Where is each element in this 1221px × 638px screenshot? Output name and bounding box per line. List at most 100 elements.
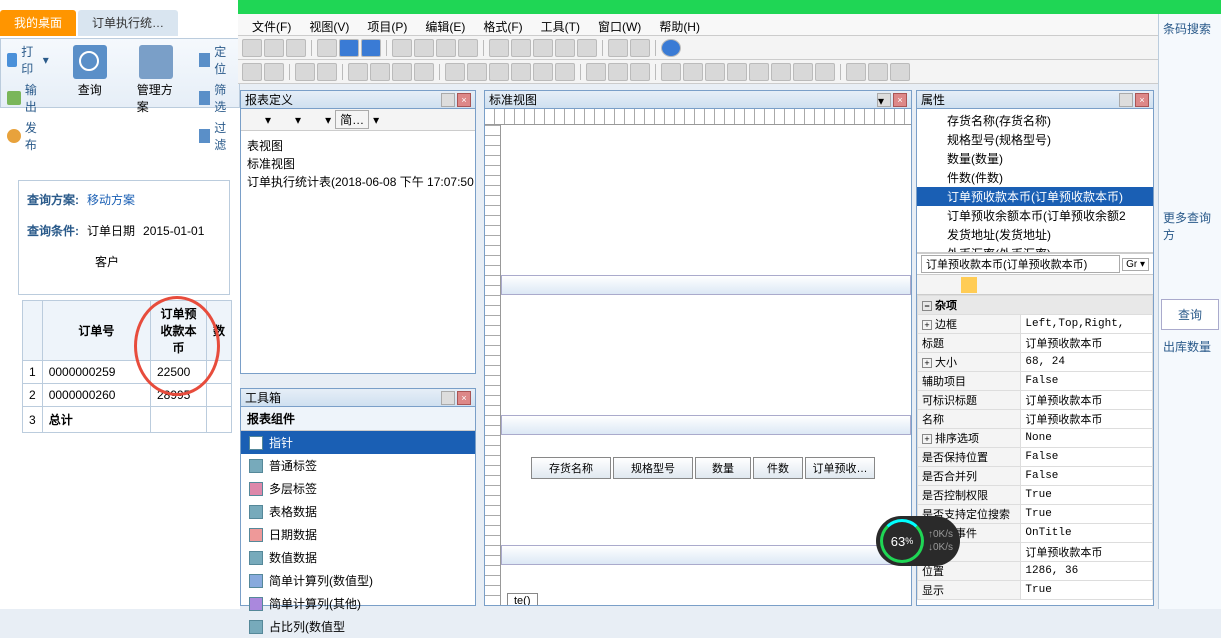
table-row[interactable]: 2000000026028995	[23, 384, 232, 407]
tb-icon[interactable]	[242, 63, 262, 81]
col-qty[interactable]: 数	[206, 301, 231, 361]
locate-button[interactable]: 定位	[199, 43, 233, 77]
tb-icon[interactable]	[511, 39, 531, 57]
close-icon[interactable]: ×	[457, 391, 471, 405]
field-item[interactable]: 规格型号(规格型号)	[917, 130, 1153, 149]
tb-saveall-icon[interactable]	[361, 39, 381, 57]
tb-icon[interactable]	[705, 63, 725, 81]
field-item[interactable]: 订单预收余额本币(订单预收余额2	[917, 206, 1153, 225]
table-row[interactable]: 1000000025922500	[23, 361, 232, 384]
tb-icon[interactable]	[245, 112, 261, 128]
tb-icon[interactable]	[275, 112, 291, 128]
prop-row[interactable]: 是否控制权限True	[918, 486, 1153, 505]
filter-button[interactable]: 筛选	[199, 81, 233, 115]
prop-row[interactable]: +边框Left,Top,Right,	[918, 315, 1153, 334]
tb-icon[interactable]	[467, 63, 487, 81]
tool-mlabel[interactable]: 多层标签	[241, 477, 475, 500]
tb-icon[interactable]	[489, 39, 509, 57]
more-query[interactable]: 更多查询方	[1159, 203, 1221, 249]
property-object-combo[interactable]	[921, 255, 1120, 273]
band-detail[interactable]	[501, 415, 911, 435]
query-big-button[interactable]: 查询	[67, 43, 113, 100]
filter2-button[interactable]: 过滤	[199, 119, 233, 153]
publish-button[interactable]: 发布	[7, 119, 49, 153]
tb-icon[interactable]	[815, 63, 835, 81]
sort-cat-icon[interactable]	[921, 277, 937, 293]
combo-button[interactable]: Gr ▾	[1122, 258, 1149, 271]
tree-item[interactable]: 表视图	[247, 137, 469, 155]
field-item[interactable]: 存货名称(存货名称)	[917, 111, 1153, 130]
tab-desktop[interactable]: 我的桌面	[0, 10, 76, 36]
prop-row[interactable]: 可标识标题订单预收款本币	[918, 391, 1153, 410]
tab-order-exec[interactable]: 订单执行统…	[78, 10, 178, 36]
tb-copy-icon[interactable]	[370, 63, 390, 81]
tb-icon[interactable]	[555, 63, 575, 81]
barcode-search[interactable]: 条码搜索	[1159, 14, 1221, 43]
tb-cut-icon[interactable]	[348, 63, 368, 81]
tb-icon[interactable]	[771, 63, 791, 81]
tb-icon[interactable]	[383, 112, 399, 128]
menu-file[interactable]: 文件(F)	[244, 16, 299, 33]
tb-icon[interactable]	[608, 63, 628, 81]
query-scheme-value[interactable]: 移动方案	[87, 191, 135, 208]
tb-icon[interactable]	[586, 63, 606, 81]
col-header[interactable]: 数量	[695, 457, 751, 479]
field-item[interactable]: 外币汇率(外币汇率)	[917, 244, 1153, 253]
tool-ndata[interactable]: 数值数据	[241, 546, 475, 569]
menu-project[interactable]: 项目(P)	[359, 16, 415, 33]
tb-icon[interactable]	[392, 39, 412, 57]
toolbox-group[interactable]: 报表组件	[241, 407, 475, 431]
pin-icon[interactable]	[1119, 93, 1133, 107]
expand-icon[interactable]: +	[922, 358, 932, 368]
prop-row[interactable]: +大小68, 24	[918, 353, 1153, 372]
prop-row[interactable]: +排序选项None	[918, 429, 1153, 448]
tb-icon[interactable]	[868, 63, 888, 81]
tb-redo-icon[interactable]	[317, 63, 337, 81]
tb-icon[interactable]	[793, 63, 813, 81]
output-button[interactable]: 输出	[7, 81, 49, 115]
tb-icon[interactable]	[683, 63, 703, 81]
tb-icon[interactable]	[630, 63, 650, 81]
tb-paste-icon[interactable]	[392, 63, 412, 81]
tb-icon[interactable]	[533, 63, 553, 81]
sort-az-icon[interactable]	[941, 277, 957, 293]
tb-icon[interactable]	[511, 63, 531, 81]
band-footer[interactable]	[501, 545, 911, 565]
menu-window[interactable]: 窗口(W)	[590, 16, 649, 33]
field-item[interactable]: 数量(数量)	[917, 149, 1153, 168]
scheme-big-button[interactable]: 管理方案	[131, 43, 182, 117]
pin-icon[interactable]	[441, 391, 455, 405]
table-row-total[interactable]: 3总计	[23, 407, 232, 433]
tool-pointer[interactable]: 指针	[241, 431, 475, 454]
tool-tdata[interactable]: 表格数据	[241, 500, 475, 523]
tb-icon[interactable]	[317, 39, 337, 57]
field-item-selected[interactable]: 订单预收款本币(订单预收款本币)	[917, 187, 1153, 206]
pin-icon[interactable]	[441, 93, 455, 107]
prop-row[interactable]: 显示True	[918, 581, 1153, 600]
prop-row[interactable]: 辅助项目False	[918, 372, 1153, 391]
menu-view[interactable]: 视图(V)	[301, 16, 357, 33]
menu-edit[interactable]: 编辑(E)	[417, 16, 473, 33]
tree-item[interactable]: 标准视图	[247, 155, 469, 173]
expand-icon[interactable]: +	[922, 434, 932, 444]
tb-icon[interactable]	[555, 39, 575, 57]
tool-calc1[interactable]: 简单计算列(数值型)	[241, 569, 475, 592]
events-icon[interactable]	[961, 277, 977, 293]
simple-dropdown[interactable]: 简…	[335, 110, 369, 129]
tb-icon[interactable]	[608, 39, 628, 57]
prop-row[interactable]: 是否保持位置False	[918, 448, 1153, 467]
tb-icon[interactable]	[286, 39, 306, 57]
design-canvas[interactable]: 存货名称 规格型号 数量 件数 订单预收… te()	[501, 125, 911, 605]
expand-icon[interactable]: +	[922, 320, 932, 330]
tb-icon[interactable]	[577, 39, 597, 57]
tb-icon[interactable]	[458, 39, 478, 57]
col-header[interactable]: 件数	[753, 457, 803, 479]
menu-tool[interactable]: 工具(T)	[533, 16, 588, 33]
col-header[interactable]: 存货名称	[531, 457, 611, 479]
tb-icon[interactable]	[727, 63, 747, 81]
print-button[interactable]: 打印▾	[7, 43, 49, 77]
tb-icon[interactable]	[445, 63, 465, 81]
tb-icon[interactable]	[436, 39, 456, 57]
field-item[interactable]: 件数(件数)	[917, 168, 1153, 187]
footer-expr[interactable]: te()	[507, 593, 538, 605]
